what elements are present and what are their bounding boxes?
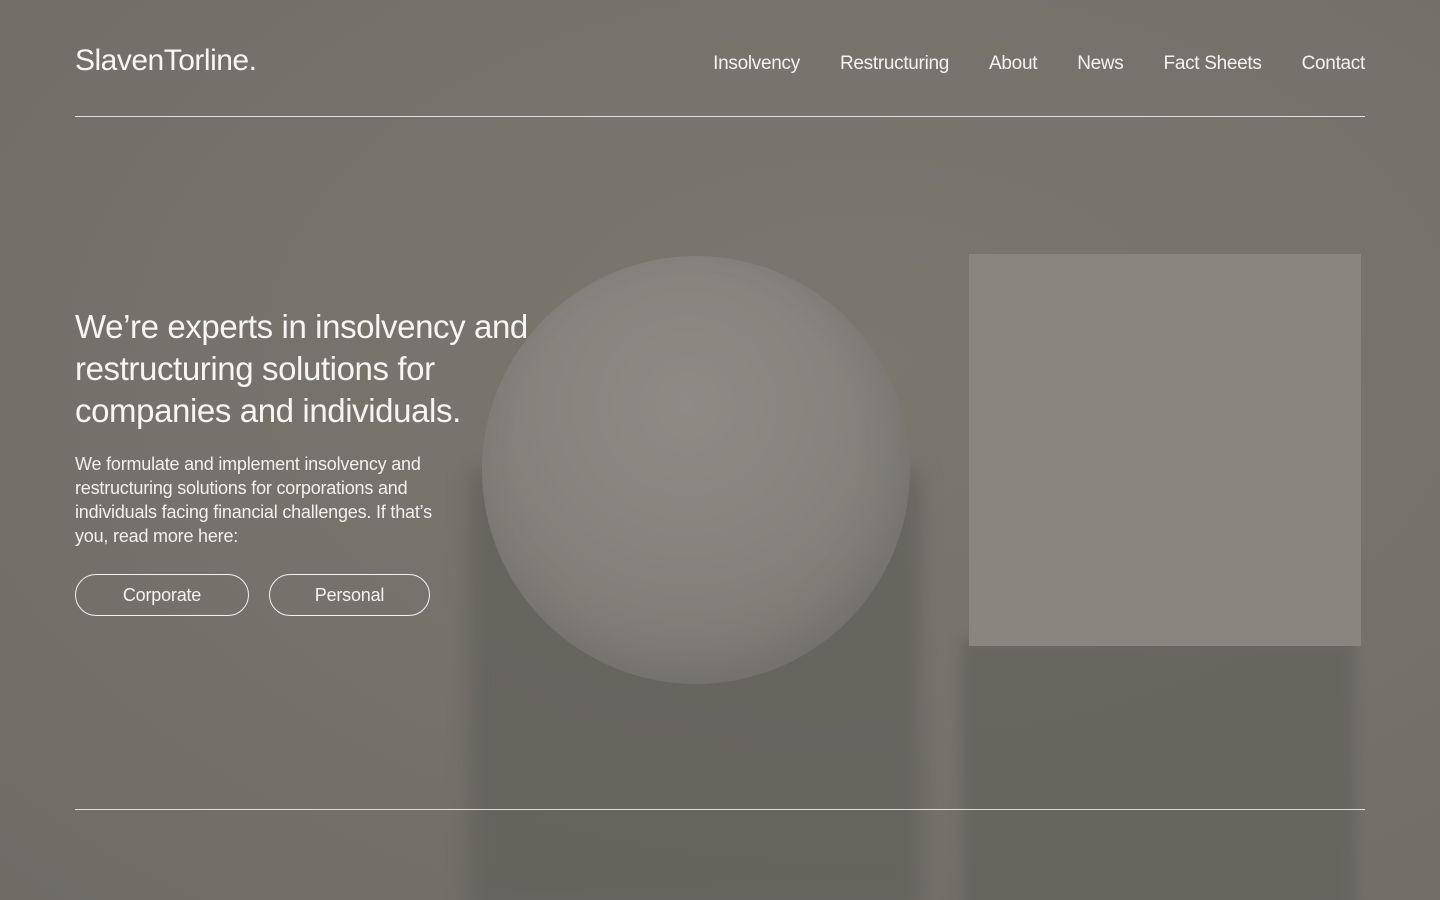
nav-contact[interactable]: Contact (1302, 53, 1366, 75)
hero-section: We’re experts in insolvency and restruct… (75, 306, 595, 616)
nav-fact-sheets[interactable]: Fact Sheets (1164, 53, 1262, 75)
logo[interactable]: SlavenTorline. (75, 44, 257, 78)
decorative-square (969, 254, 1361, 646)
hero-cta-group: Corporate Personal (75, 574, 595, 616)
main-nav: Insolvency Restructuring About News Fact… (713, 53, 1365, 75)
nav-news[interactable]: News (1077, 53, 1124, 75)
nav-insolvency[interactable]: Insolvency (713, 53, 800, 75)
personal-button[interactable]: Personal (269, 574, 430, 616)
corporate-button[interactable]: Corporate (75, 574, 249, 616)
hero-body: We formulate and implement insolvency an… (75, 454, 432, 546)
site-header: SlavenTorline. Insolvency Restructuring … (75, 0, 1365, 117)
nav-about[interactable]: About (989, 53, 1037, 75)
section-divider (75, 809, 1365, 810)
nav-restructuring[interactable]: Restructuring (840, 53, 949, 75)
hero-headline: We’re experts in insolvency and restruct… (75, 308, 528, 429)
square-shadow (962, 640, 1354, 900)
